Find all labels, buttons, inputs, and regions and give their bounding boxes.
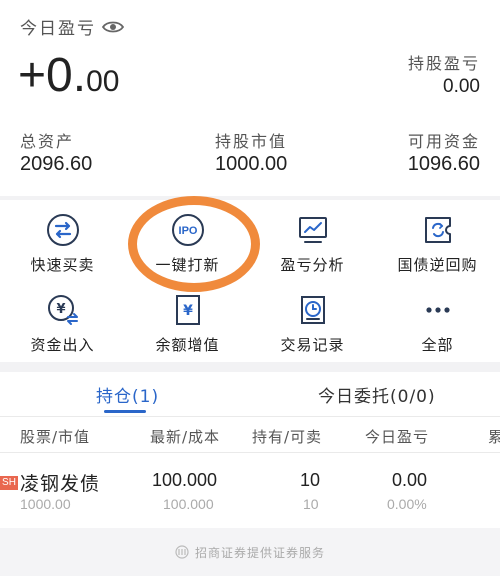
tabs-divider bbox=[0, 416, 500, 417]
grid-item-label: 余额增值 bbox=[155, 336, 220, 354]
svg-text:¥: ¥ bbox=[183, 303, 193, 319]
ipo-icon: IPO bbox=[170, 212, 206, 248]
grid-item-label: 资金出入 bbox=[30, 336, 95, 354]
svg-text:IPO: IPO bbox=[178, 225, 197, 237]
today-pl-int: +0. bbox=[18, 49, 87, 102]
today-pl-label-group: 今日盈亏 bbox=[20, 14, 124, 39]
table-row[interactable]: SH 凌钢发债 1000.00 100.000 100.000 10 10 0.… bbox=[0, 456, 500, 526]
cost-price: 100.000 bbox=[163, 496, 214, 512]
footer: 招商证券提供证券服务 bbox=[0, 528, 500, 576]
grid-item-trade-records[interactable]: 交易记录 bbox=[250, 280, 375, 360]
hold-quantity: 10 bbox=[300, 470, 321, 490]
footer-text: 招商证券提供证券服务 bbox=[194, 545, 325, 560]
tab-today-orders[interactable]: 今日委托(0/0) bbox=[318, 382, 436, 407]
column-header-cumulative: 累 bbox=[488, 428, 500, 446]
grid-item-label: 全部 bbox=[421, 336, 454, 354]
grid-item-label: 快速买卖 bbox=[30, 256, 95, 274]
position-tabs: 持仓(1) 今日委托(0/0) bbox=[0, 372, 500, 416]
table-header: 股票/市值 最新/成本 持有/可卖 今日盈亏 累 bbox=[0, 420, 500, 450]
today-pl-value: +0.00 bbox=[18, 52, 119, 100]
today-pl: 0.00 bbox=[392, 470, 428, 490]
exchange-badge: SH bbox=[0, 476, 18, 490]
grid-item-pl-analysis[interactable]: 盈亏分析 bbox=[250, 200, 375, 280]
broker-logo-icon bbox=[175, 545, 189, 559]
account-summary: 今日盈亏 +0.00 持股盈亏 0.00 总资产 2096.60 持股市值 10… bbox=[0, 0, 500, 196]
total-assets-label: 总资产 bbox=[20, 132, 75, 151]
grid-item-label: 国债逆回购 bbox=[397, 256, 478, 274]
function-grid: 快速买卖 IPO 一键打新 盈亏分析 国债逆回购 ¥ 资金出入 ¥ 余额增值 交… bbox=[0, 200, 500, 362]
sellable-quantity: 10 bbox=[303, 496, 319, 512]
market-value-value: 1000.00 bbox=[215, 153, 288, 175]
stock-market-value: 1000.00 bbox=[20, 496, 71, 512]
grid-item-label: 一键打新 bbox=[155, 256, 220, 274]
column-header-today-pl: 今日盈亏 bbox=[365, 428, 430, 446]
latest-price: 100.000 bbox=[152, 470, 218, 490]
grid-item-fund-transfer[interactable]: ¥ 资金出入 bbox=[0, 280, 125, 360]
section-divider bbox=[0, 362, 500, 372]
tab-positions[interactable]: 持仓(1) bbox=[96, 382, 159, 407]
column-header-stock: 股票/市值 bbox=[20, 428, 91, 446]
column-header-hold-sellable: 持有/可卖 bbox=[252, 428, 323, 446]
available-funds-label: 可用资金 bbox=[407, 132, 480, 151]
hold-pl-label: 持股盈亏 bbox=[407, 54, 480, 73]
grid-item-balance-growth[interactable]: ¥ 余额增值 bbox=[125, 280, 250, 360]
clock-document-icon bbox=[295, 292, 331, 328]
hold-pl-value: 0.00 bbox=[443, 76, 480, 97]
market-value-label: 持股市值 bbox=[215, 132, 288, 151]
chart-monitor-icon bbox=[295, 212, 331, 248]
grid-item-label: 盈亏分析 bbox=[280, 256, 345, 274]
total-assets-value: 2096.60 bbox=[20, 153, 93, 175]
yen-transfer-icon: ¥ bbox=[45, 292, 81, 328]
swap-arrows-icon bbox=[45, 212, 81, 248]
today-pl-dec: 00 bbox=[86, 65, 120, 98]
grid-item-all[interactable]: 全部 bbox=[375, 280, 500, 360]
eye-icon[interactable] bbox=[102, 19, 124, 35]
bond-repo-icon bbox=[420, 212, 456, 248]
yen-document-icon: ¥ bbox=[170, 292, 206, 328]
grid-item-label: 交易记录 bbox=[280, 336, 345, 354]
header-divider bbox=[0, 452, 500, 453]
stock-name: 凌钢发债 bbox=[20, 473, 101, 495]
grid-item-ipo[interactable]: IPO 一键打新 bbox=[125, 200, 250, 280]
available-funds-value: 1096.60 bbox=[407, 153, 480, 175]
grid-item-quick-trade[interactable]: 快速买卖 bbox=[0, 200, 125, 280]
more-dots-icon bbox=[420, 292, 456, 328]
today-pl-percent: 0.00% bbox=[387, 496, 427, 512]
svg-text:¥: ¥ bbox=[56, 302, 65, 317]
grid-item-bond-repo[interactable]: 国债逆回购 bbox=[375, 200, 500, 280]
column-header-latest-cost: 最新/成本 bbox=[150, 428, 221, 446]
tab-active-indicator bbox=[104, 410, 146, 413]
today-pl-label: 今日盈亏 bbox=[20, 19, 96, 39]
